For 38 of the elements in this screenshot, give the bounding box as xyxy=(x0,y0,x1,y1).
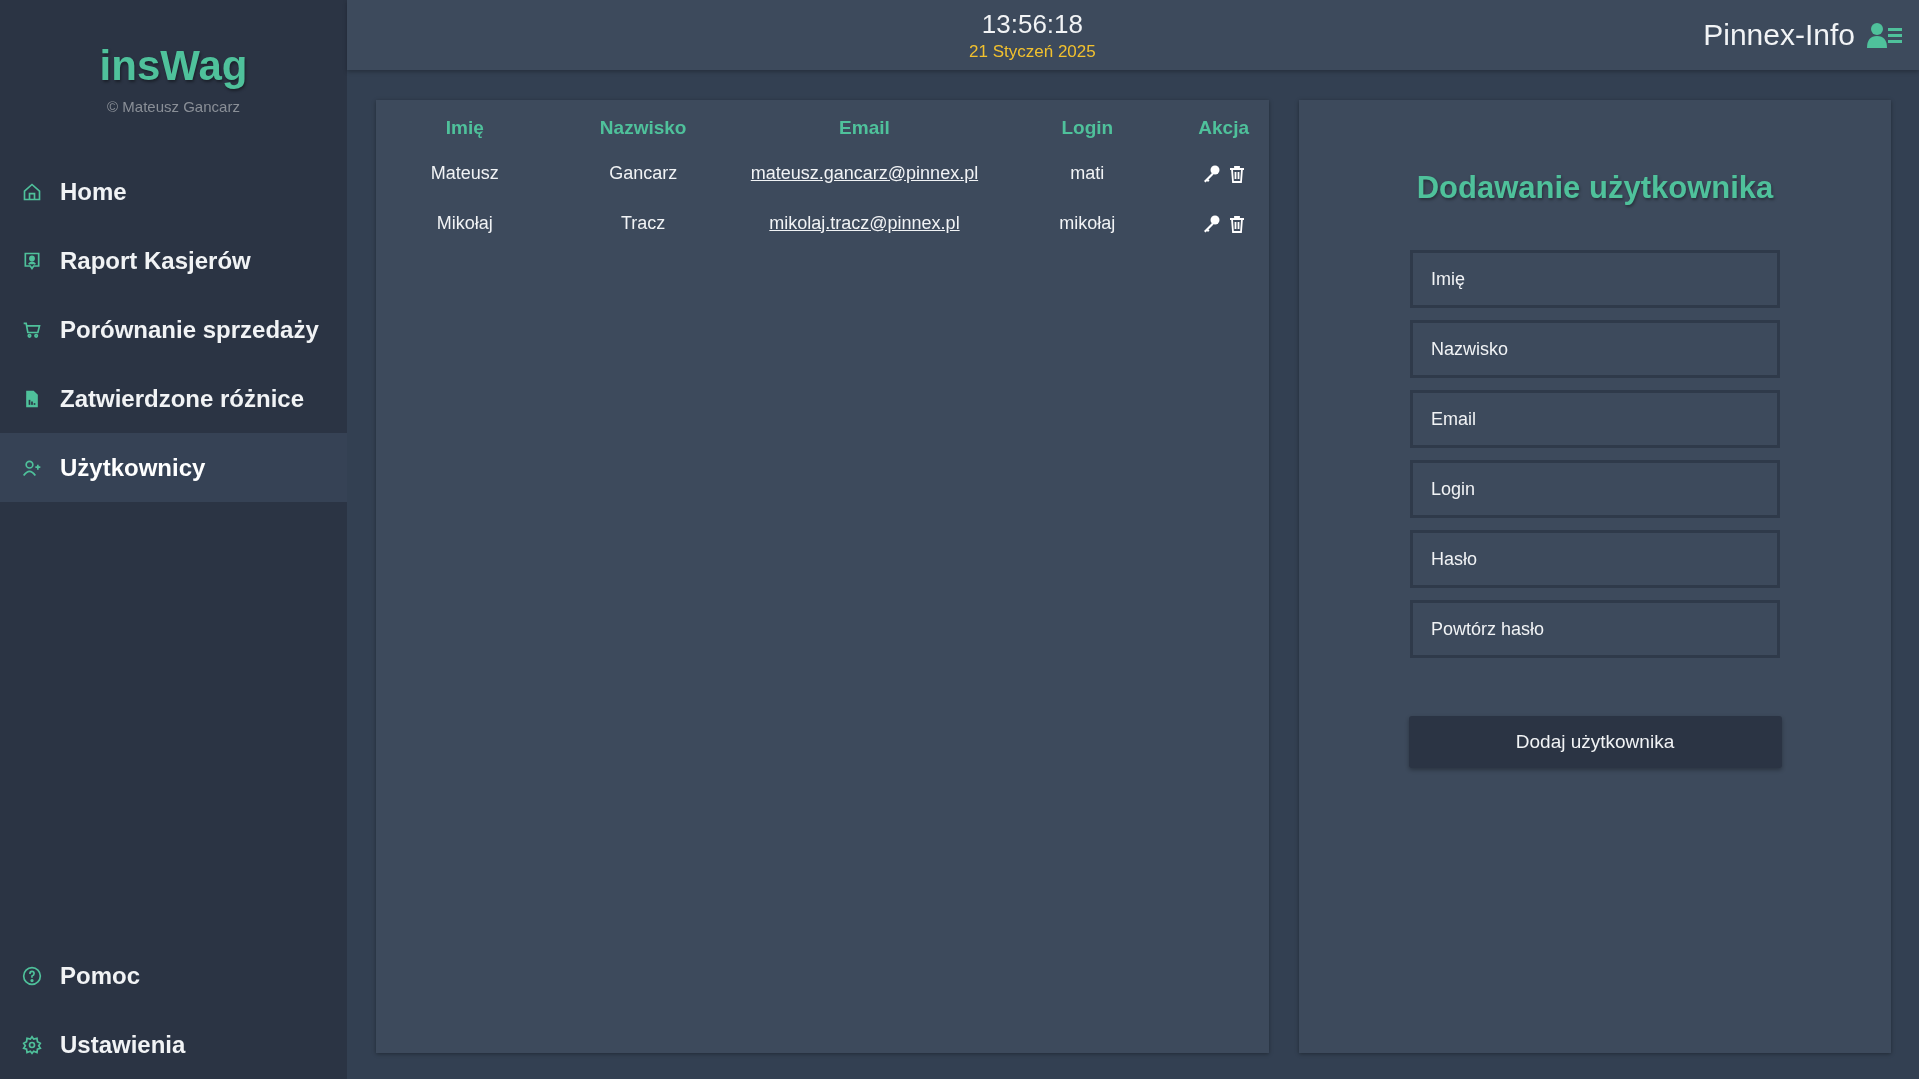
column-header: Login xyxy=(1061,117,1114,138)
nav-item[interactable]: Zatwierdzone różnice xyxy=(0,364,347,433)
table-cell: Tracz xyxy=(621,212,666,233)
nav-item[interactable]: Raport Kasjerów xyxy=(0,226,347,295)
add-user-button[interactable]: Dodaj użytkownika xyxy=(1408,716,1782,768)
settings-icon xyxy=(22,1034,42,1055)
home-icon xyxy=(22,181,42,202)
company-name: Pinnex-Info xyxy=(1703,18,1855,52)
user-list-icon[interactable] xyxy=(1867,22,1903,48)
clock-time: 13:56:18 xyxy=(981,8,1083,40)
table-cell: mikołaj xyxy=(1059,212,1116,233)
form-title: Dodawanie użytkownika xyxy=(1416,170,1774,206)
table-cell: mati xyxy=(1070,162,1105,183)
input-field[interactable]: Email xyxy=(1410,390,1780,448)
input-field[interactable]: Nazwisko xyxy=(1410,320,1780,378)
column-header: Akcja xyxy=(1198,117,1249,138)
table-cell: Mateusz xyxy=(430,162,499,183)
email-link[interactable]: mateusz.gancarz@pinnex.pl xyxy=(750,162,979,183)
email-link[interactable]: mikolaj.tracz@pinnex.pl xyxy=(769,212,960,233)
nav-item[interactable]: Pomoc xyxy=(0,941,347,1010)
input-field[interactable]: Hasło xyxy=(1410,530,1780,588)
copyright-text: © Mateusz Gancarz xyxy=(107,98,240,115)
nav-item[interactable]: Porównanie sprzedaży xyxy=(0,295,347,364)
input-field[interactable]: Imię xyxy=(1410,250,1780,308)
table-cell: Mikołaj xyxy=(436,212,493,233)
help-icon xyxy=(22,965,42,986)
nav-item[interactable]: Ustawienia xyxy=(0,1010,347,1079)
column-header: Nazwisko xyxy=(599,117,687,138)
app-logo: insWag xyxy=(99,42,248,90)
table-cell: Gancarz xyxy=(609,162,678,183)
input-field[interactable]: Powtórz hasło xyxy=(1410,600,1780,658)
column-header: Imię xyxy=(445,117,484,138)
nav-item[interactable]: Użytkownicy xyxy=(0,433,347,502)
clock-date: 21 Styczeń 2025 xyxy=(969,41,1096,62)
input-field[interactable]: Login xyxy=(1410,460,1780,518)
nav-item[interactable]: Home xyxy=(0,157,347,226)
user-report-icon xyxy=(22,250,42,271)
column-header: Email xyxy=(839,117,890,138)
